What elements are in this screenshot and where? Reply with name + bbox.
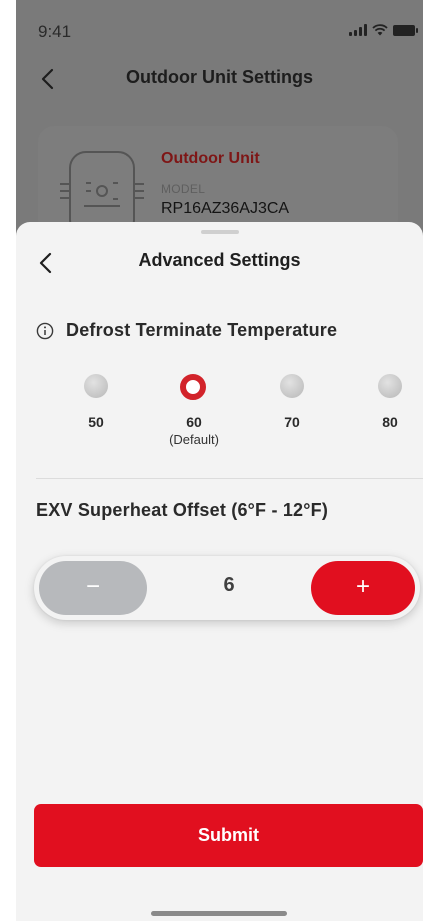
defrost-option-70[interactable]: 70 <box>247 374 337 464</box>
option-value: 60 <box>186 414 202 430</box>
option-value: 50 <box>88 414 104 430</box>
stepper-value: 6 <box>223 574 235 596</box>
battery-icon <box>393 24 418 36</box>
defrost-option-60[interactable]: 60 (Default) <box>149 374 239 464</box>
sheet-grabber[interactable] <box>201 230 239 234</box>
exv-title: EXV Superheat Offset (6°F - 12°F) <box>36 500 329 520</box>
defrost-option-50[interactable]: 50 <box>51 374 141 464</box>
outdoor-unit-card: Outdoor Unit MODEL RP16AZ36AJ3CA <box>38 126 398 236</box>
section-divider <box>36 478 423 479</box>
defrost-options: 50 60 (Default) 70 80 <box>51 374 411 464</box>
advanced-settings-sheet: Advanced Settings Defrost Terminate Temp… <box>16 222 423 921</box>
info-icon[interactable] <box>36 322 54 340</box>
status-time: 9:41 <box>38 22 72 41</box>
exv-stepper: − 6 + <box>34 556 420 620</box>
sheet-title: Advanced Settings <box>138 250 301 270</box>
decrement-button[interactable]: − <box>39 561 147 615</box>
defrost-section-header: Defrost Terminate Temperature <box>36 320 337 341</box>
radio-button[interactable] <box>280 374 304 398</box>
radio-button[interactable] <box>84 374 108 398</box>
option-value: 70 <box>284 414 300 430</box>
unit-name: Outdoor Unit <box>161 150 260 167</box>
wifi-icon <box>372 24 388 36</box>
radio-button[interactable] <box>378 374 402 398</box>
option-default-note: (Default) <box>169 432 219 447</box>
phone-screen: 9:41 Outdoor Unit Settings Outdoor Unit … <box>16 0 423 921</box>
unit-model-value: RP16AZ36AJ3CA <box>161 200 290 217</box>
status-icons <box>349 24 418 36</box>
increment-button[interactable]: + <box>311 561 415 615</box>
option-value: 80 <box>382 414 398 430</box>
submit-button[interactable]: Submit <box>34 804 423 867</box>
unit-model-label: MODEL <box>161 182 206 196</box>
defrost-option-80[interactable]: 80 <box>345 374 423 464</box>
defrost-title: Defrost Terminate Temperature <box>66 320 338 340</box>
background-page-title: Outdoor Unit Settings <box>126 67 313 87</box>
radio-button-selected[interactable] <box>180 374 206 400</box>
home-indicator <box>151 911 287 916</box>
cellular-signal-icon <box>349 24 367 36</box>
